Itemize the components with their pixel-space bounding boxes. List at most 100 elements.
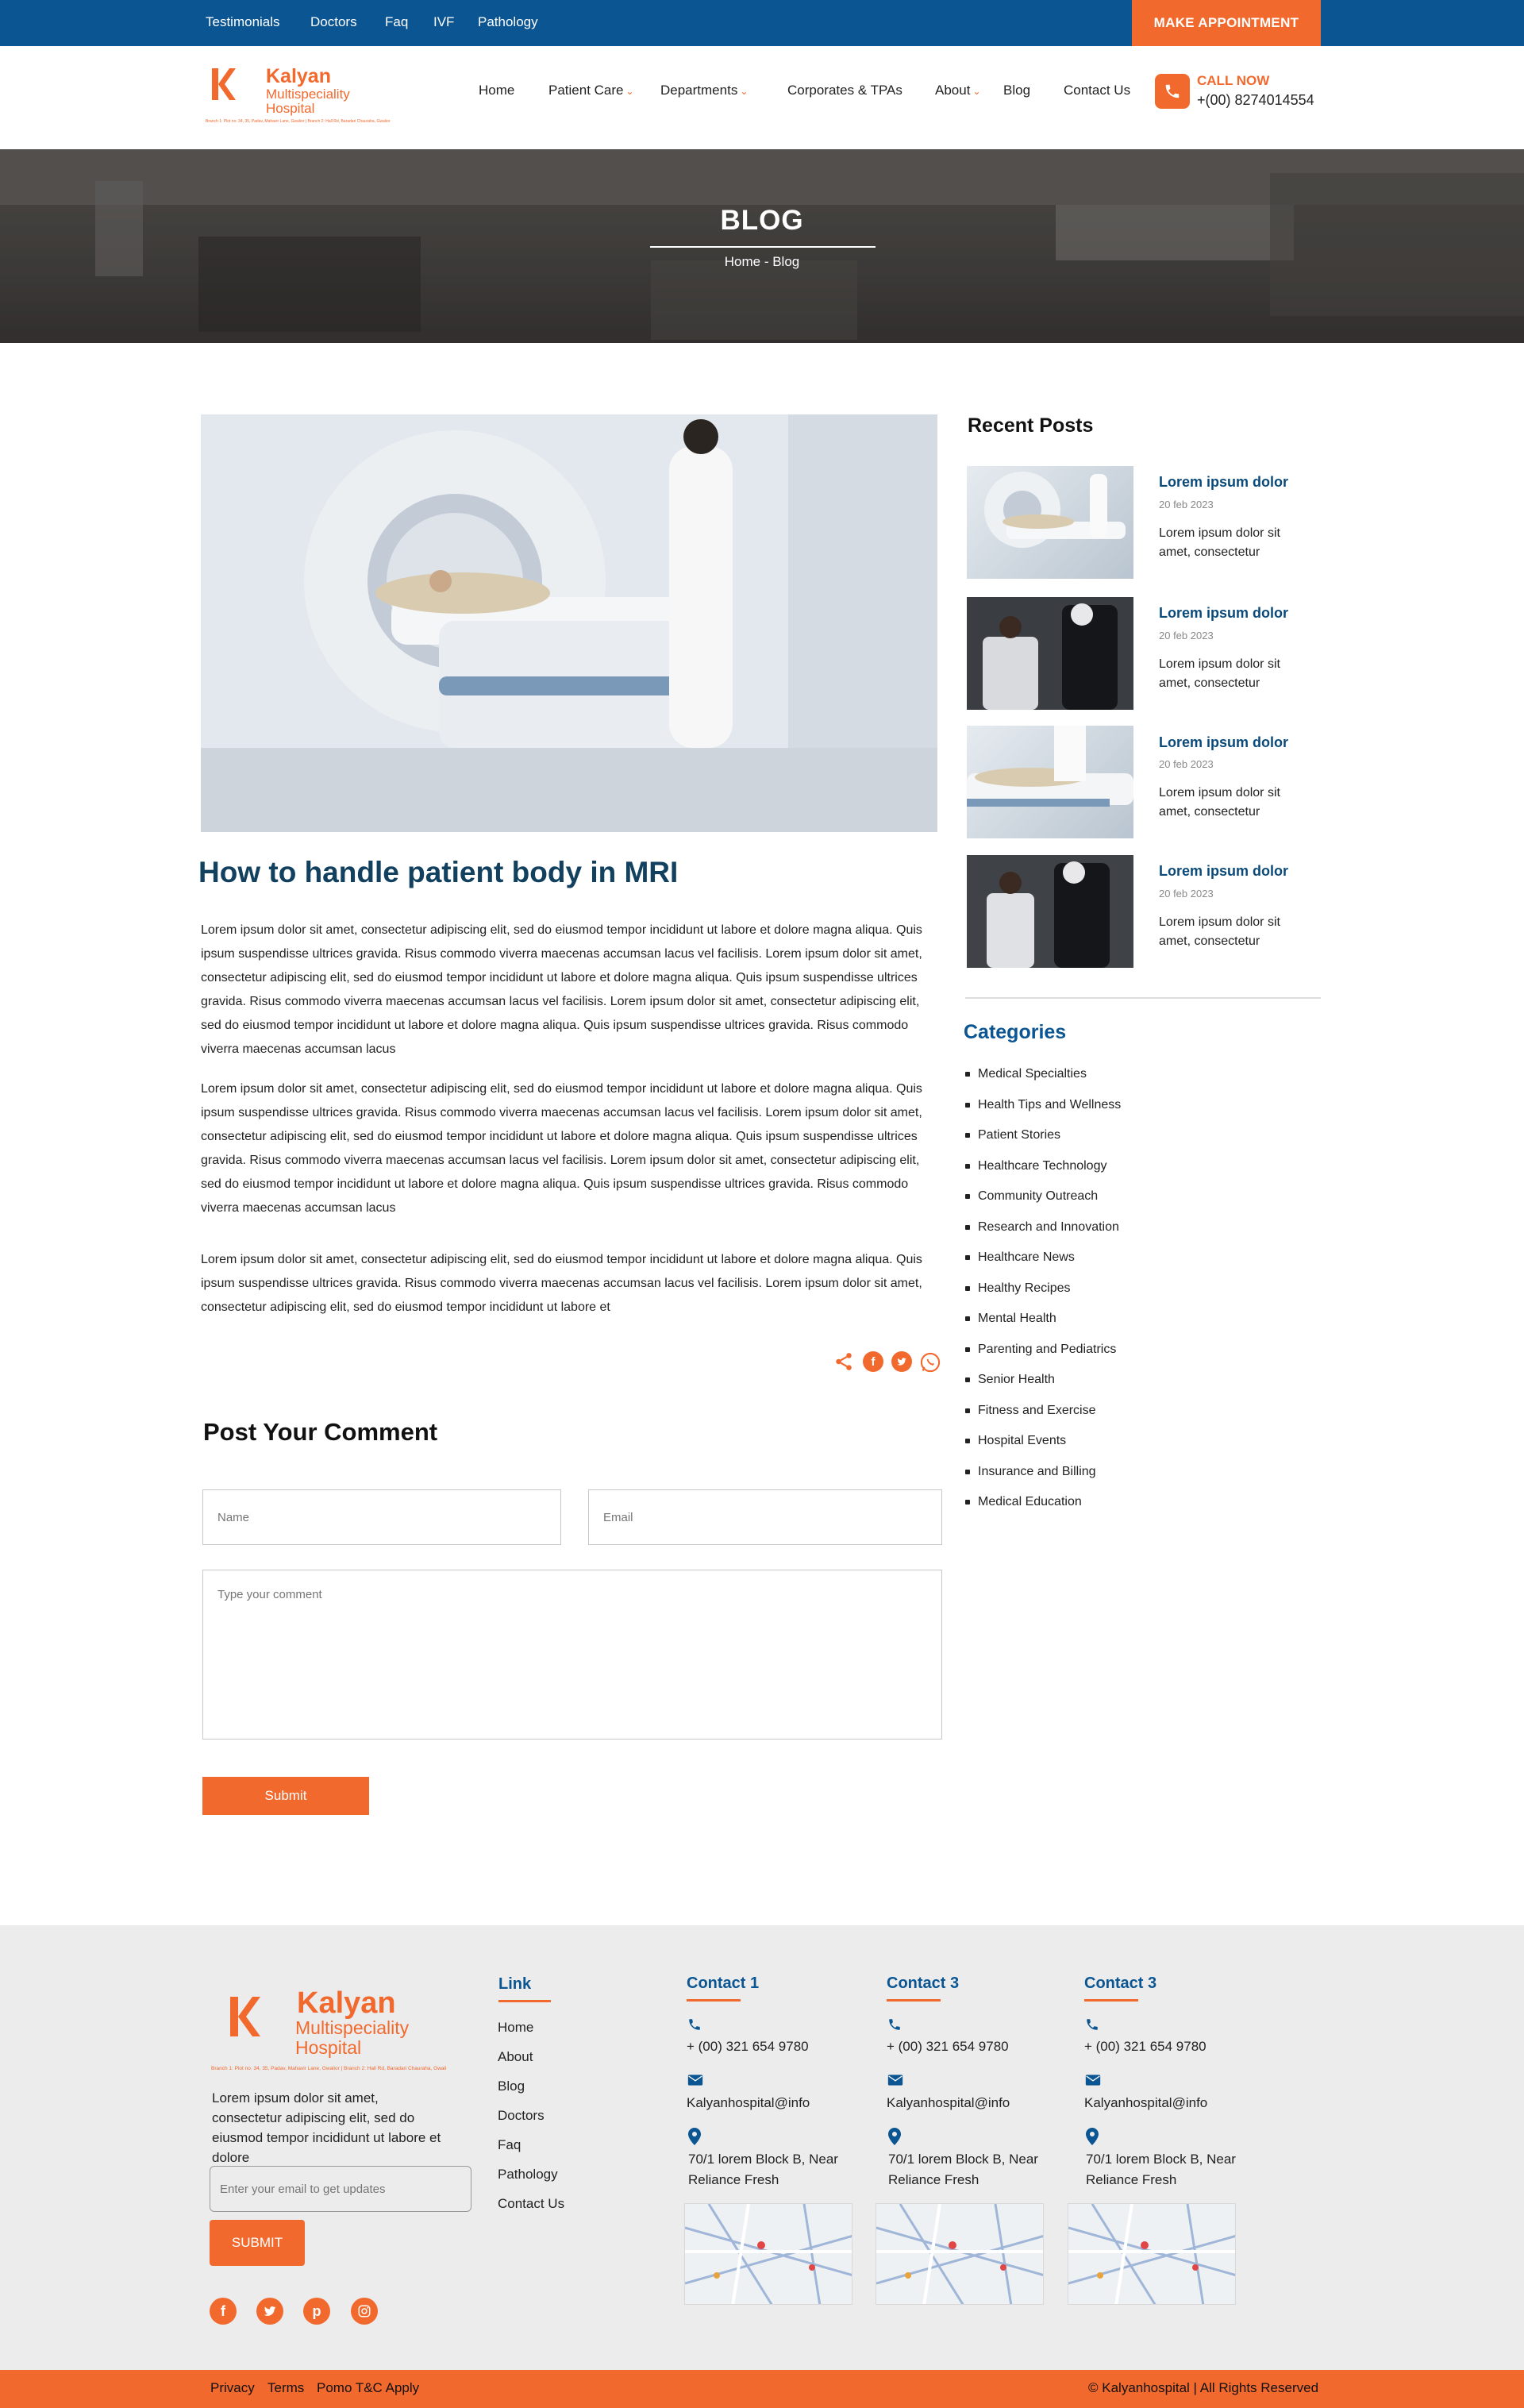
category-item[interactable]: Mental Health bbox=[965, 1312, 1056, 1326]
recent-post-date: 20 feb 2023 bbox=[1159, 499, 1214, 510]
facebook-icon[interactable]: f bbox=[210, 2298, 237, 2325]
newsletter-submit-button[interactable]: SUBMIT bbox=[210, 2220, 305, 2266]
contact-title-underline bbox=[687, 1999, 741, 2002]
nav-contact[interactable]: Contact Us bbox=[1064, 83, 1130, 98]
topbar-link-testimonials[interactable]: Testimonials bbox=[206, 14, 280, 30]
footer-link-about[interactable]: About bbox=[498, 2049, 533, 2065]
category-item[interactable]: Health Tips and Wellness bbox=[965, 1098, 1121, 1112]
call-number[interactable]: +(00) 8274014554 bbox=[1197, 92, 1314, 109]
top-bar: Testimonials Doctors Faq IVF Pathology M… bbox=[0, 0, 1524, 46]
post-title: How to handle patient body in MRI bbox=[198, 856, 679, 888]
title-underline bbox=[650, 246, 876, 248]
contact-phone[interactable]: + (00) 321 654 9780 bbox=[687, 2036, 809, 2057]
comment-textarea[interactable] bbox=[202, 1570, 942, 1740]
topbar-link-doctors[interactable]: Doctors bbox=[310, 14, 357, 30]
contact-title-underline bbox=[887, 1999, 941, 2002]
nav-corporates[interactable]: Corporates & TPAs bbox=[787, 83, 902, 98]
newsletter-email-input[interactable] bbox=[210, 2166, 471, 2212]
nav-blog[interactable]: Blog bbox=[1003, 83, 1030, 98]
nav-home[interactable]: Home bbox=[479, 83, 514, 98]
logo-name: Kalyan bbox=[266, 65, 331, 87]
category-item[interactable]: Research and Innovation bbox=[965, 1220, 1119, 1235]
topbar-link-ivf[interactable]: IVF bbox=[433, 14, 454, 30]
category-item[interactable]: Community Outreach bbox=[965, 1189, 1098, 1204]
contact-map[interactable] bbox=[1068, 2203, 1236, 2305]
footer-link-doctors[interactable]: Doctors bbox=[498, 2108, 545, 2124]
pomo-link[interactable]: Pomo T&C Apply bbox=[317, 2380, 419, 2396]
contact-email[interactable]: Kalyanhospital@info bbox=[1084, 2093, 1207, 2113]
category-item[interactable]: Medical Education bbox=[965, 1495, 1082, 1509]
recent-post-image[interactable] bbox=[967, 466, 1133, 579]
recent-post-image[interactable] bbox=[967, 855, 1133, 968]
whatsapp-icon[interactable] bbox=[919, 1351, 941, 1374]
share-icon[interactable] bbox=[833, 1351, 854, 1372]
footer-link-blog[interactable]: Blog bbox=[498, 2079, 525, 2094]
terms-link[interactable]: Terms bbox=[267, 2380, 304, 2396]
logo-sub1: Multispeciality bbox=[266, 87, 350, 102]
email-input[interactable] bbox=[588, 1489, 942, 1545]
category-item[interactable]: Healthcare News bbox=[965, 1250, 1075, 1265]
footer-link-title: Link bbox=[498, 1975, 532, 1993]
recent-post-image[interactable] bbox=[967, 597, 1133, 710]
recent-post-title[interactable]: Lorem ipsum dolor bbox=[1159, 863, 1288, 880]
contact-title: Contact 1 bbox=[687, 1975, 760, 1992]
contact-email[interactable]: Kalyanhospital@info bbox=[687, 2093, 810, 2113]
logo-mark-icon: Kalyan Multispeciality Hospital Branch 1… bbox=[211, 1986, 452, 2071]
category-item[interactable]: Fitness and Exercise bbox=[965, 1404, 1096, 1418]
contact-title: Contact 3 bbox=[1084, 1975, 1157, 1992]
nav-departments[interactable]: Departments ⌄ bbox=[660, 83, 748, 98]
pinterest-icon[interactable]: p bbox=[303, 2298, 330, 2325]
call-now-label: CALL NOW bbox=[1197, 73, 1270, 88]
recent-post-date: 20 feb 2023 bbox=[1159, 758, 1214, 770]
nav-about[interactable]: About ⌄ bbox=[935, 83, 981, 98]
sidebar-divider bbox=[965, 997, 1321, 999]
topbar-link-faq[interactable]: Faq bbox=[385, 14, 408, 30]
phone-icon[interactable] bbox=[1155, 74, 1190, 109]
recent-post-image[interactable] bbox=[967, 726, 1133, 838]
contact-map[interactable] bbox=[876, 2203, 1044, 2305]
submit-comment-button[interactable]: Submit bbox=[202, 1777, 369, 1815]
topbar-link-pathology[interactable]: Pathology bbox=[478, 14, 538, 30]
recent-post-excerpt: Lorem ipsum dolor sit amet, consectetur bbox=[1159, 657, 1280, 690]
category-item[interactable]: Healthy Recipes bbox=[965, 1281, 1071, 1296]
location-pin-icon bbox=[1086, 2128, 1099, 2145]
recent-post-title[interactable]: Lorem ipsum dolor bbox=[1159, 734, 1288, 751]
category-item[interactable]: Senior Health bbox=[965, 1373, 1055, 1387]
privacy-link[interactable]: Privacy bbox=[210, 2380, 255, 2396]
nav-patient-care-label: Patient Care bbox=[548, 83, 624, 98]
contact-address-line-1: 70/1 lorem Block B, Near bbox=[688, 2152, 838, 2167]
category-item[interactable]: Medical Specialties bbox=[965, 1067, 1087, 1081]
category-item[interactable]: Parenting and Pediatrics bbox=[965, 1343, 1116, 1357]
nav-about-label: About bbox=[935, 83, 971, 98]
footer-link-contact[interactable]: Contact Us bbox=[498, 2196, 564, 2212]
contact-map[interactable] bbox=[684, 2203, 852, 2305]
footer-link-home[interactable]: Home bbox=[498, 2020, 533, 2036]
facebook-icon[interactable]: f bbox=[863, 1351, 883, 1372]
category-item[interactable]: Patient Stories bbox=[965, 1128, 1060, 1142]
post-paragraph-2: Lorem ipsum dolor sit amet, consectetur … bbox=[201, 1082, 922, 1215]
category-item[interactable]: Insurance and Billing bbox=[965, 1465, 1096, 1479]
contact-phone[interactable]: + (00) 321 654 9780 bbox=[887, 2036, 1009, 2057]
twitter-icon[interactable] bbox=[891, 1351, 912, 1372]
make-appointment-button[interactable]: MAKE APPOINTMENT bbox=[1132, 0, 1321, 46]
footer-link-pathology[interactable]: Pathology bbox=[498, 2167, 558, 2183]
contact-phone[interactable]: + (00) 321 654 9780 bbox=[1084, 2036, 1206, 2057]
name-input[interactable] bbox=[202, 1489, 561, 1545]
footer-logo[interactable]: Kalyan Multispeciality Hospital Branch 1… bbox=[208, 1981, 452, 2076]
recent-post-title[interactable]: Lorem ipsum dolor bbox=[1159, 605, 1288, 622]
contact-email[interactable]: Kalyanhospital@info bbox=[887, 2093, 1010, 2113]
category-item[interactable]: Healthcare Technology bbox=[965, 1159, 1106, 1173]
recent-post-excerpt: Lorem ipsum dolor sit amet, consectetur bbox=[1159, 786, 1280, 819]
recent-post-date: 20 feb 2023 bbox=[1159, 630, 1214, 641]
category-item[interactable]: Hospital Events bbox=[965, 1434, 1066, 1448]
contact-title: Contact 3 bbox=[887, 1975, 960, 1992]
post-paragraph-1: Lorem ipsum dolor sit amet, consectetur … bbox=[201, 923, 922, 1056]
logo[interactable]: Kalyan Multispeciality Hospital Branch 1… bbox=[204, 59, 402, 130]
logo-sub2: Hospital bbox=[266, 101, 314, 116]
footer-link-faq[interactable]: Faq bbox=[498, 2137, 521, 2153]
twitter-icon[interactable] bbox=[256, 2298, 283, 2325]
phone-icon bbox=[1087, 2019, 1098, 2030]
recent-post-title[interactable]: Lorem ipsum dolor bbox=[1159, 474, 1288, 491]
nav-patient-care[interactable]: Patient Care ⌄ bbox=[548, 83, 634, 98]
instagram-icon[interactable] bbox=[351, 2298, 378, 2325]
